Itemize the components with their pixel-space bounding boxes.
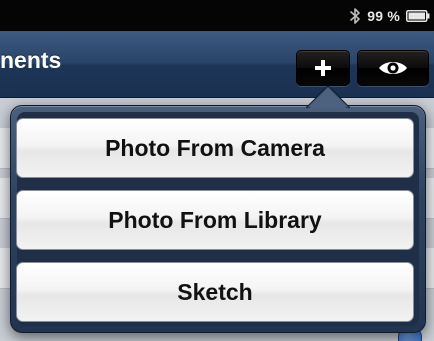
photo-from-camera-button[interactable]: Photo From Camera xyxy=(16,118,414,178)
status-indicators: 99 % xyxy=(350,6,430,26)
status-bar: 99 % xyxy=(0,0,434,31)
add-button[interactable] xyxy=(296,50,350,86)
bluetooth-icon xyxy=(350,8,361,24)
photo-from-camera-label: Photo From Camera xyxy=(105,134,325,161)
popover-arrow xyxy=(306,85,350,108)
sketch-label: Sketch xyxy=(177,278,253,305)
photo-from-library-label: Photo From Library xyxy=(108,206,322,233)
battery-icon xyxy=(406,10,430,22)
photo-from-library-button[interactable]: Photo From Library xyxy=(16,190,414,250)
sketch-button[interactable]: Sketch xyxy=(16,262,414,322)
battery-percentage: 99 % xyxy=(367,8,400,24)
screen: 99 % nents Photo From Camera Photo From … xyxy=(0,0,434,341)
eye-icon xyxy=(379,62,407,74)
nav-title: nents xyxy=(0,47,62,73)
navigation-bar: nents xyxy=(0,31,434,98)
plus-icon xyxy=(315,60,331,76)
view-button[interactable] xyxy=(357,50,429,86)
